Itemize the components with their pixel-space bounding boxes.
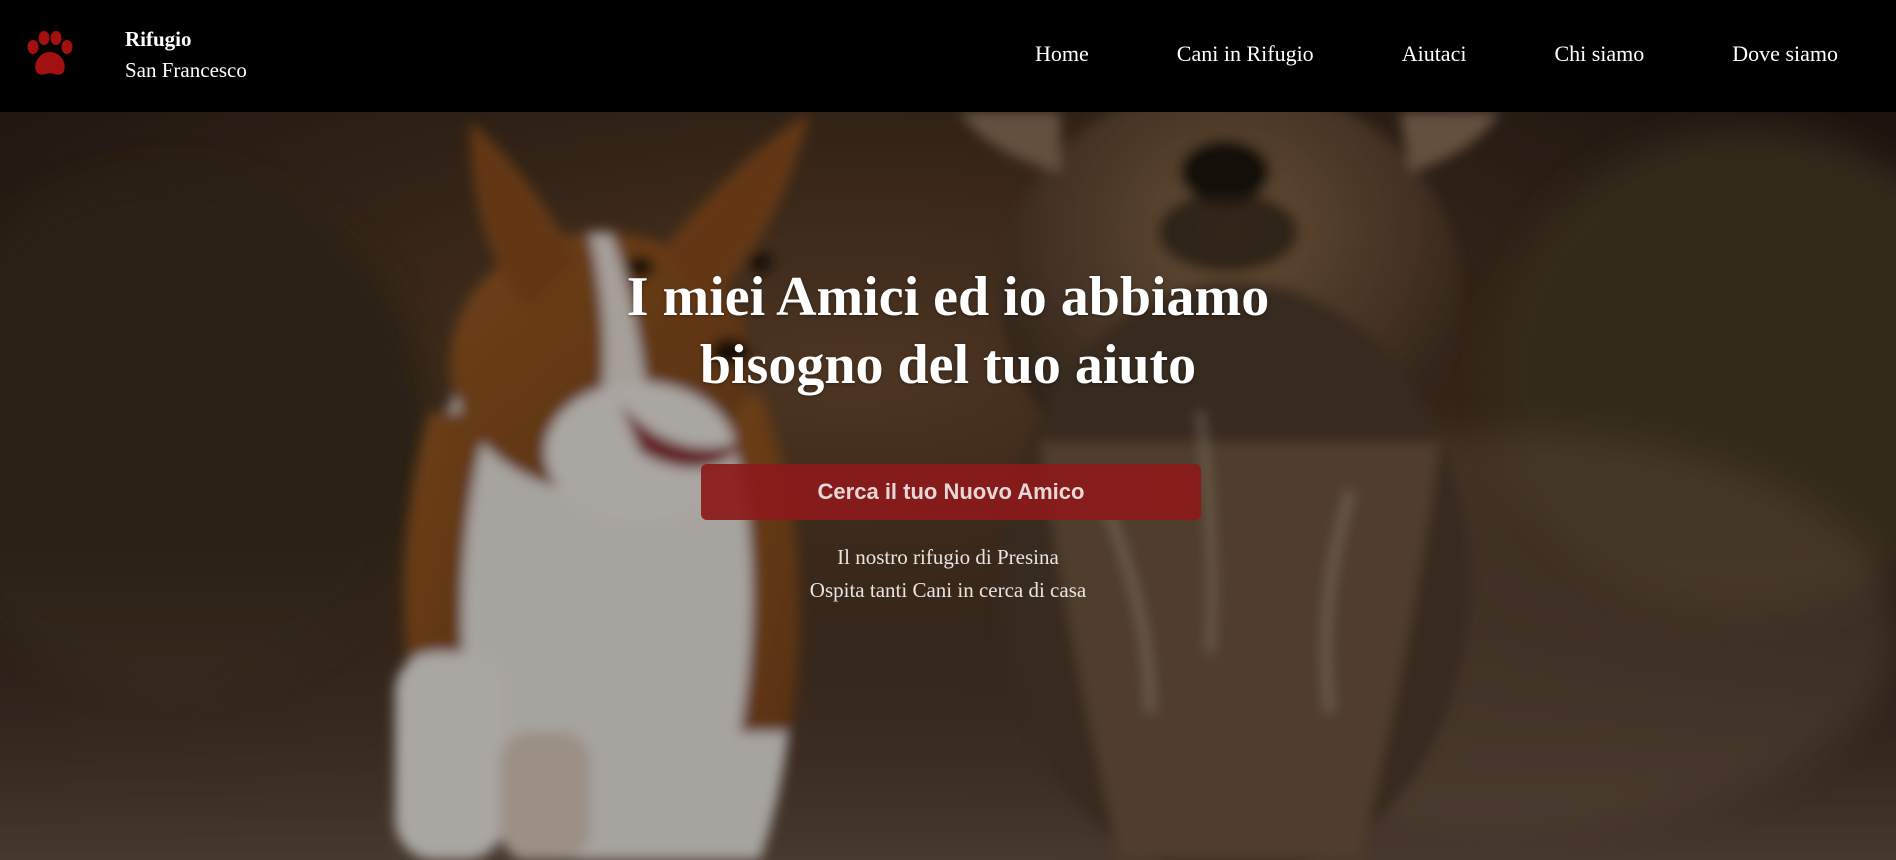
main-nav: Home Cani in Rifugio Aiutaci Chi siamo D… <box>1035 0 1838 108</box>
nav-link-dove-siamo[interactable]: Dove siamo <box>1732 41 1838 67</box>
brand-subtitle: San Francesco <box>125 58 247 82</box>
hero-subtitle-line-2: Ospita tanti Cani in cerca di casa <box>809 578 1087 602</box>
nav-link-home[interactable]: Home <box>1035 41 1089 67</box>
hero-subtitle: Il nostro rifugio di Presina Ospita tant… <box>648 541 1248 607</box>
find-new-friend-button[interactable]: Cerca il tuo Nuovo Amico <box>701 464 1201 520</box>
nav-link-chi-siamo[interactable]: Chi siamo <box>1554 41 1644 67</box>
hero-heading: I miei Amici ed io abbiamo bisogno del t… <box>498 263 1398 399</box>
navbar: Rifugio San Francesco Home Cani in Rifug… <box>0 0 1896 112</box>
nav-link-cani-in-rifugio[interactable]: Cani in Rifugio <box>1177 41 1314 67</box>
hero-subtitle-line-1: Il nostro rifugio di Presina <box>837 545 1059 569</box>
hero-heading-line-2: bisogno del tuo aiuto <box>699 334 1197 396</box>
nav-link-aiutaci[interactable]: Aiutaci <box>1402 41 1467 67</box>
paw-icon[interactable] <box>24 30 76 78</box>
hero-heading-line-1: I miei Amici ed io abbiamo <box>626 266 1270 328</box>
hero-section: I miei Amici ed io abbiamo bisogno del t… <box>0 112 1896 860</box>
brand-title: Rifugio <box>125 27 192 51</box>
brand[interactable]: Rifugio San Francesco <box>125 24 247 86</box>
